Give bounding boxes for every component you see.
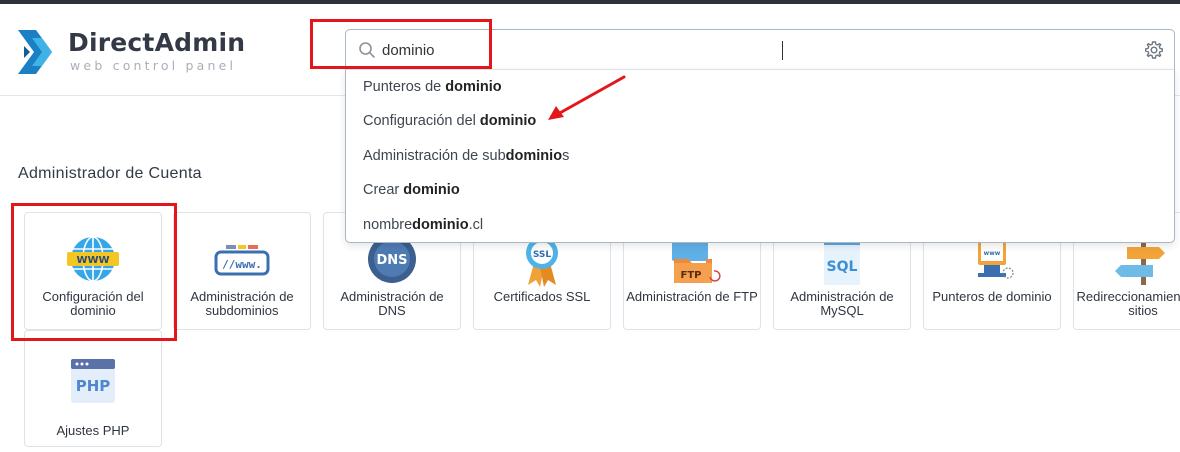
suggestion-match: dominio xyxy=(505,147,563,164)
suggestion-text: Punteros de xyxy=(363,79,446,95)
annotation-arrow-icon xyxy=(548,75,626,120)
suggestion-text: Crear xyxy=(363,182,404,199)
gear-icon[interactable] xyxy=(1144,40,1164,60)
card-label: Administración de MySQL xyxy=(790,289,894,318)
suggestion-match: dominio xyxy=(445,79,502,95)
suggestion-text: Administración de sub xyxy=(363,147,506,164)
directadmin-logo-icon xyxy=(18,30,52,74)
suggestion-item[interactable]: Configuración del dominio xyxy=(346,104,1174,138)
search-box[interactable] xyxy=(345,29,1175,70)
search-input[interactable] xyxy=(382,38,982,62)
suggestion-item[interactable]: Crear dominio xyxy=(346,173,1174,207)
directadmin-logo[interactable]: DirectAdmin web control panel xyxy=(16,26,246,78)
suggestion-match: dominio xyxy=(403,182,460,199)
suggestion-match: dominio xyxy=(412,216,469,233)
text-cursor xyxy=(782,41,783,60)
svg-text:www: www xyxy=(984,250,1001,257)
svg-text:WWW: WWW xyxy=(76,255,109,266)
brand-tagline: web control panel xyxy=(70,58,237,73)
card-php-settings[interactable]: PHP Ajustes PHP xyxy=(24,330,162,447)
search-suggestions: Punteros de dominio Configuración del do… xyxy=(345,69,1175,243)
card-label: Administración de FTP xyxy=(626,289,758,304)
svg-text://www.: //www. xyxy=(222,258,262,271)
suggestion-match: dominio xyxy=(479,113,537,130)
php-window-icon: PHP xyxy=(25,353,161,409)
suggestion-item[interactable]: Punteros de dominio xyxy=(346,70,1174,104)
card-label: Certificados SSL xyxy=(493,289,591,304)
card-label: Configuración del dominio xyxy=(42,289,144,318)
svg-text:FTP: FTP xyxy=(681,270,702,281)
card-label: Redireccionamiento de sitios xyxy=(1076,289,1180,318)
suggestion-text: nombre xyxy=(363,216,413,233)
search-icon xyxy=(359,42,375,58)
suggestion-item[interactable]: nombredominio.cl xyxy=(346,208,1174,242)
suggestion-text: s xyxy=(562,147,570,164)
svg-text:SSL: SSL xyxy=(533,250,552,260)
globe-www-icon: WWW xyxy=(25,233,161,289)
card-domain-setup[interactable]: WWW Configuración del dominio xyxy=(24,212,162,330)
svg-text:DNS: DNS xyxy=(376,253,407,268)
card-label: Administración de DNS xyxy=(340,289,444,318)
card-label: Punteros de dominio xyxy=(932,289,1052,304)
svg-text:PHP: PHP xyxy=(76,377,111,395)
suggestion-text: .cl xyxy=(468,216,484,233)
suggestion-item[interactable]: Administración de subdominios xyxy=(346,139,1174,173)
svg-text:SQL: SQL xyxy=(827,259,858,275)
section-title: Administrador de Cuenta xyxy=(18,165,202,182)
suggestion-text: Configuración del xyxy=(363,113,480,130)
subdomain-www-icon: //www. xyxy=(174,233,310,289)
brand-name: DirectAdmin xyxy=(68,28,246,57)
card-subdomains[interactable]: //www. Administración de subdominios xyxy=(173,212,311,330)
card-label: Administración de subdominios xyxy=(190,289,294,318)
card-label: Ajustes PHP xyxy=(56,423,130,438)
